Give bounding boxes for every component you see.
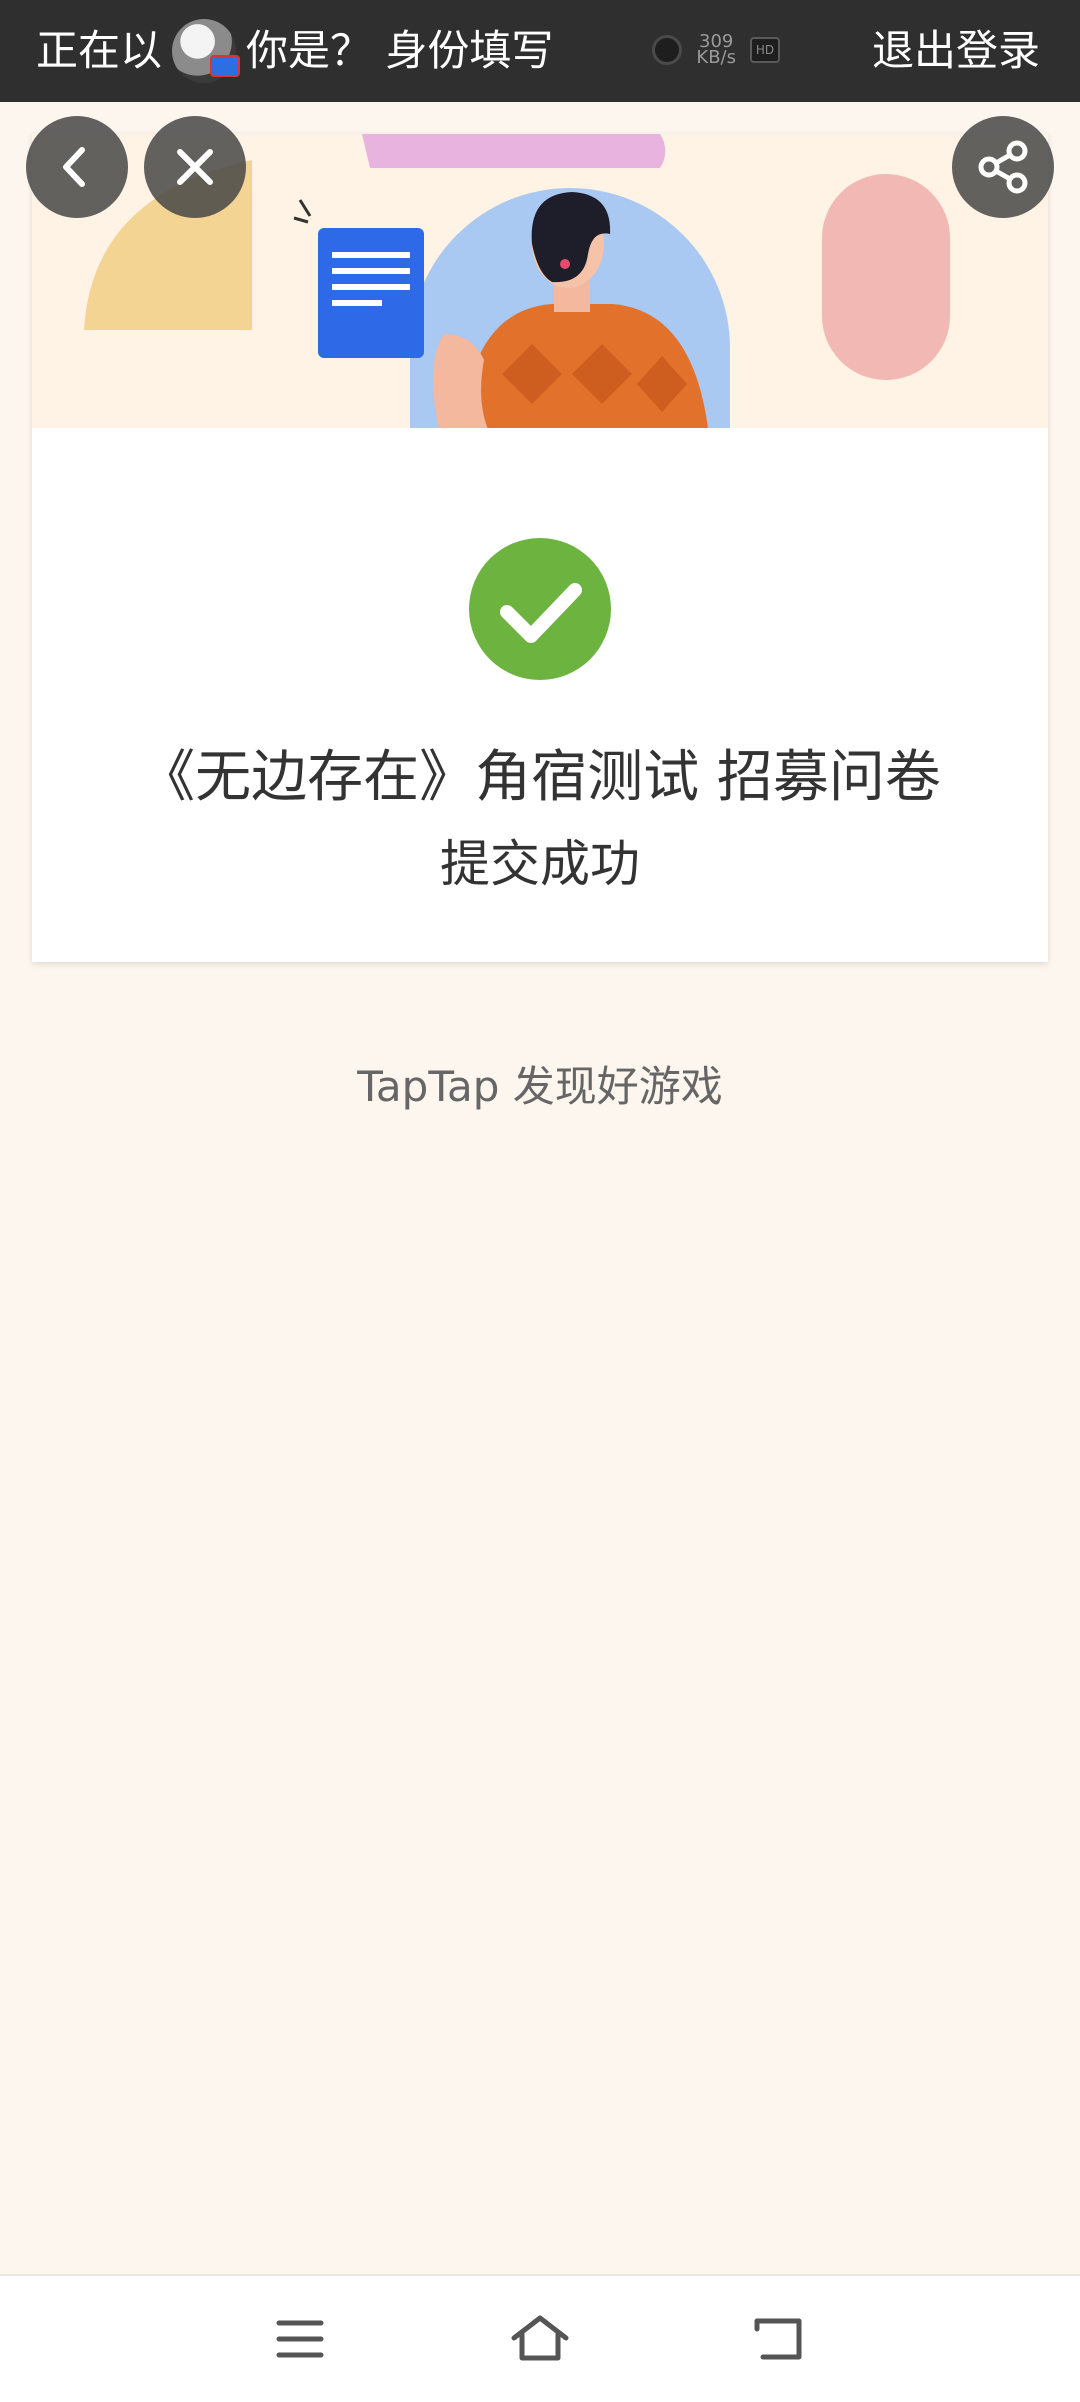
home-button[interactable] — [500, 2304, 580, 2374]
avatar — [172, 19, 241, 83]
success-check-icon — [469, 538, 611, 680]
menu-icon — [276, 2320, 324, 2358]
back-button[interactable] — [26, 116, 128, 218]
network-speed-unit: KB/s — [696, 47, 736, 68]
back-nav-icon — [754, 2318, 802, 2360]
menu-button[interactable] — [260, 2304, 340, 2374]
close-icon — [177, 149, 213, 185]
identity-info: 正在以 你是？ 身份填写 — [36, 18, 553, 84]
system-status: 309 KB/s HD — [652, 33, 780, 68]
share-icon — [978, 140, 1028, 194]
share-button[interactable] — [952, 116, 1054, 218]
alarm-icon — [652, 35, 683, 65]
close-button[interactable] — [144, 116, 246, 218]
survey-title: 《无边存在》角宿测试 招募问卷 — [139, 745, 941, 810]
footer-tagline: TapTap 发现好游戏 — [357, 1062, 723, 1111]
identity-prefix: 正在以 — [36, 26, 163, 75]
back-nav-button[interactable] — [740, 2304, 820, 2374]
hd-icon: HD — [750, 37, 780, 63]
chevron-left-icon — [63, 147, 85, 187]
submit-status: 提交成功 — [440, 835, 640, 893]
network-speed: 309 KB/s — [696, 33, 736, 68]
identity-label: 你是？ 身份填写 — [246, 26, 554, 75]
system-nav-bar — [0, 2274, 1080, 2402]
logout-button[interactable]: 退出登录 — [872, 18, 1040, 84]
identity-bar: 正在以 你是？ 身份填写 309 KB/s HD 退出登录 68 — [0, 0, 1080, 102]
home-icon — [511, 2315, 569, 2361]
